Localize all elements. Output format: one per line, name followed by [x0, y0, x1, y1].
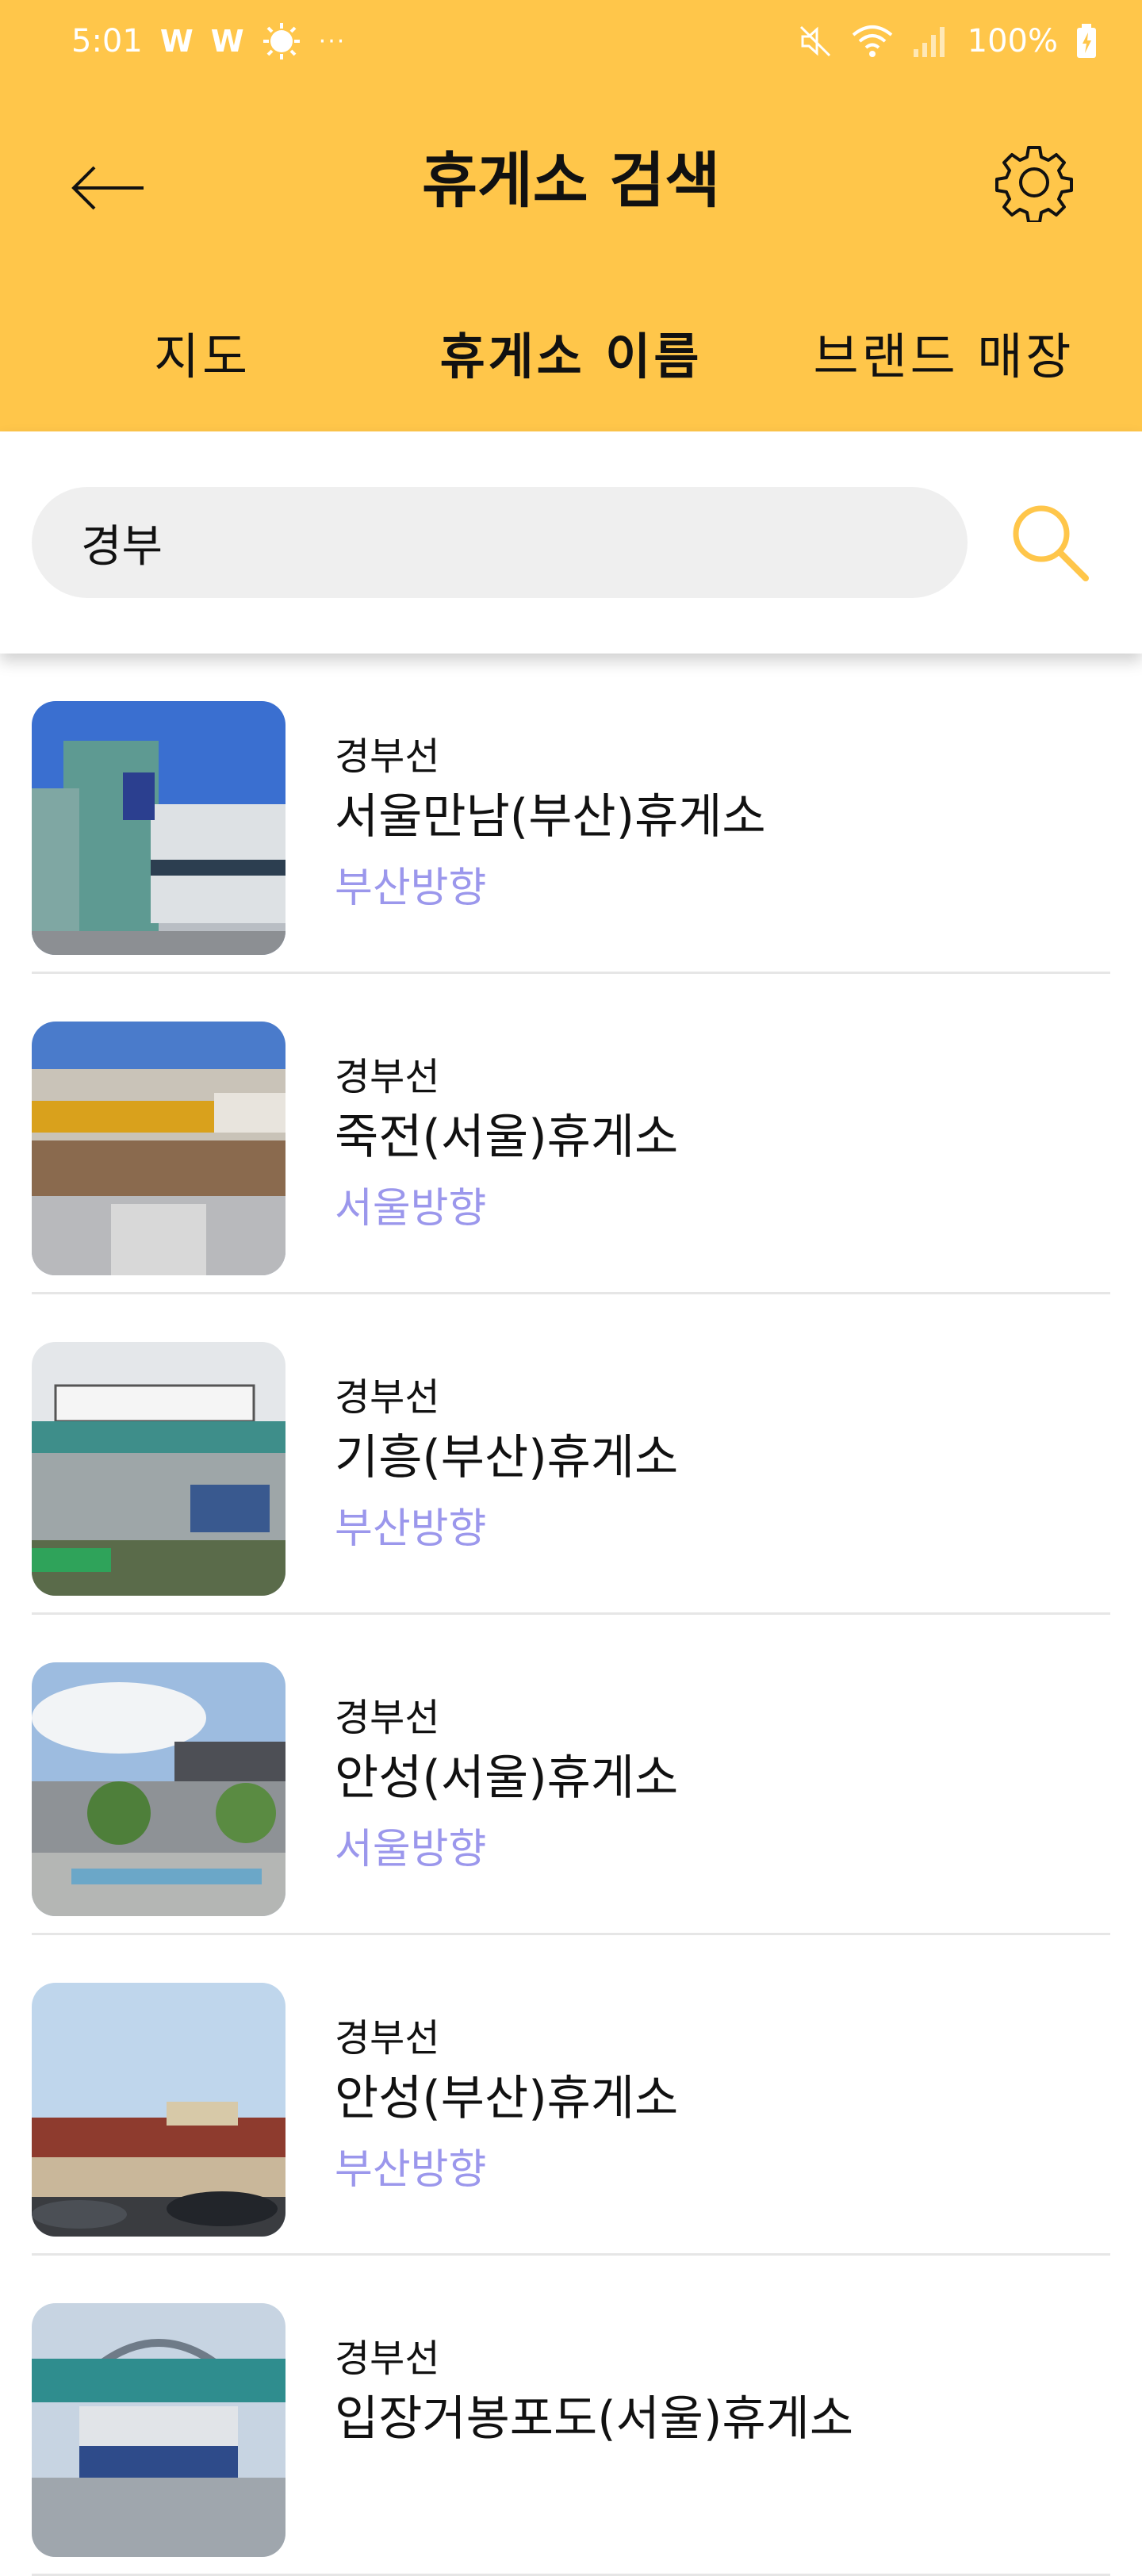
rest-area-photo [32, 1662, 286, 1916]
rest-area-photo [32, 2303, 286, 2557]
rest-area-name: 서울만남(부산)휴게소 [335, 789, 766, 845]
rest-area-name: 안성(부산)휴게소 [335, 2071, 679, 2126]
direction-label: 부산방향 [335, 2146, 487, 2194]
rest-area-name: 죽전(서울)휴게소 [335, 1110, 679, 1165]
battery-percentage: 100% [967, 23, 1058, 59]
direction-label: 서울방향 [335, 1826, 487, 1873]
settings-button[interactable] [987, 135, 1082, 230]
route-name: 경부선 [335, 2016, 440, 2060]
list-item[interactable]: 경부선 안성(부산)휴게소 부산방향 [0, 1935, 1142, 2256]
sun-icon [263, 23, 300, 59]
page-title: 휴게소 검색 [421, 145, 721, 216]
list-item[interactable]: 경부선 기흥(부산)휴게소 부산방향 [0, 1294, 1142, 1615]
list-item[interactable]: 경부선 서울만남(부산)휴게소 부산방향 [0, 654, 1142, 974]
list-item[interactable]: 경부선 입장거봉포도(서울)휴게소 [0, 2256, 1142, 2576]
tab-map[interactable]: 지도 [103, 305, 301, 400]
route-name: 경부선 [335, 734, 440, 779]
rest-area-name: 안성(서울)휴게소 [335, 1750, 679, 1806]
rest-area-list: 경부선 서울만남(부산)휴게소 부산방향 경부선 죽전(서울)휴게소 서울방향 [0, 654, 1142, 2576]
direction-label: 부산방향 [335, 864, 487, 912]
signal-icon [913, 27, 945, 57]
gear-icon [995, 146, 1073, 222]
app-header: 휴게소 검색 지도 휴게소 이름 브랜드 매장 [0, 82, 1142, 431]
rest-area-name: 입장거봉포도(서울)휴게소 [335, 2391, 854, 2447]
list-item[interactable]: 경부선 죽전(서울)휴게소 서울방향 [0, 974, 1142, 1294]
route-name: 경부선 [335, 1375, 440, 1420]
rest-area-photo [32, 701, 286, 955]
tab-brand-store[interactable]: 브랜드 매장 [793, 305, 1094, 400]
more-notifications-icon: ··· [318, 27, 347, 56]
route-name: 경부선 [335, 1055, 440, 1099]
search-input[interactable] [32, 487, 968, 598]
rest-area-name: 기흥(부산)휴게소 [335, 1430, 679, 1485]
direction-label: 서울방향 [335, 1185, 487, 1232]
wifi-icon [852, 25, 892, 57]
route-name: 경부선 [335, 1696, 440, 1740]
mute-icon [799, 25, 830, 57]
rest-area-photo [32, 1022, 286, 1275]
battery-icon [1077, 24, 1096, 58]
direction-label: 부산방향 [335, 1505, 487, 1553]
status-bar: 5:01 W W ··· 100% [0, 0, 1142, 82]
notification-w-icon: W [210, 24, 244, 59]
search-area [0, 431, 1142, 654]
tab-rest-area-name[interactable]: 휴게소 이름 [412, 305, 730, 400]
list-item[interactable]: 경부선 안성(서울)휴게소 서울방향 [0, 1615, 1142, 1935]
notification-w-icon: W [159, 24, 194, 59]
status-time: 5:01 [71, 23, 143, 59]
search-button[interactable] [1001, 493, 1099, 592]
route-name: 경부선 [335, 2336, 440, 2381]
rest-area-photo [32, 1342, 286, 1596]
rest-area-photo [32, 1983, 286, 2237]
search-icon [1013, 505, 1089, 581]
tab-bar: 지도 휴게소 이름 브랜드 매장 [0, 305, 1142, 400]
